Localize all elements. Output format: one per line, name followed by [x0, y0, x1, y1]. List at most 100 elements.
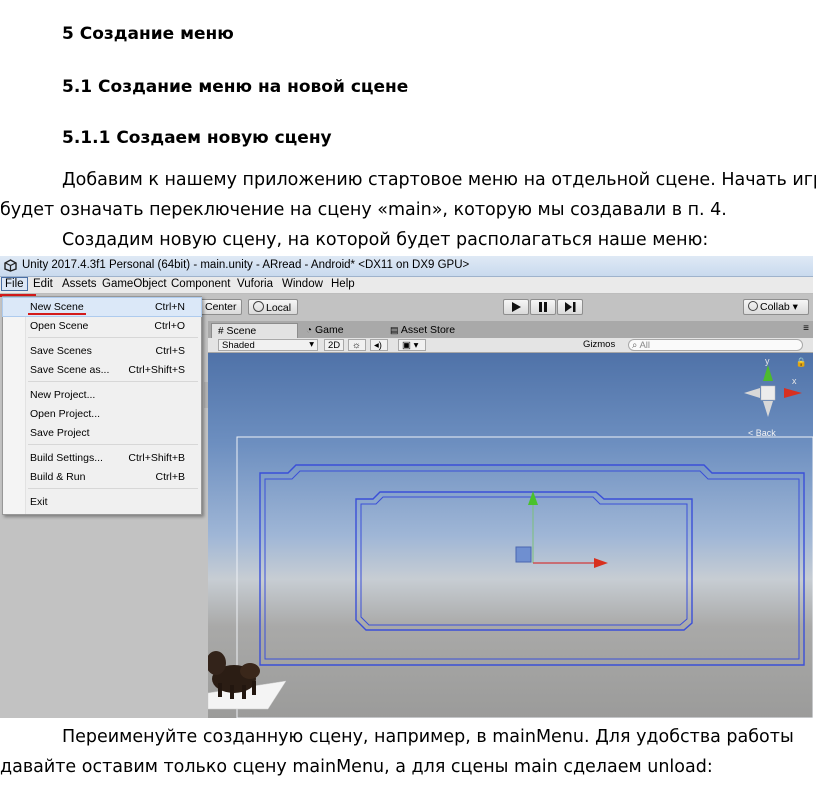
menu-item-shortcut: Ctrl+B — [155, 471, 185, 483]
toggle-2d-button[interactable]: 2D — [324, 339, 344, 351]
effects-dropdown[interactable]: ▣ ▾ — [398, 339, 426, 351]
paragraph-3-line-2: давайте оставим только сцену mainMenu, а… — [0, 757, 713, 777]
tab-game[interactable]: ◔ Game — [300, 323, 380, 338]
menu-item-build-settings[interactable]: Build Settings... Ctrl+Shift+B — [3, 449, 201, 467]
scene-grid-icon: # — [218, 326, 224, 337]
menu-component[interactable]: Component — [171, 278, 230, 290]
menu-item-open-scene[interactable]: Open Scene Ctrl+O — [3, 317, 201, 335]
menu-item-exit[interactable]: Exit — [3, 493, 201, 511]
menu-item-shortcut: Ctrl+N — [154, 301, 185, 313]
audio-toggle[interactable]: ◂) — [370, 339, 388, 351]
menu-file[interactable]: File — [1, 277, 28, 291]
local-label: Local — [266, 302, 292, 314]
menu-item-shortcut: Ctrl+Shift+B — [128, 452, 185, 464]
heading-chapter: 5 Создание меню — [62, 24, 234, 44]
lighting-toggle[interactable]: ☼ — [348, 339, 366, 351]
shading-mode-dropdown[interactable]: Shaded ▾ — [218, 339, 318, 351]
menu-separator — [28, 444, 198, 445]
tab-scene-label: Scene — [226, 325, 257, 337]
menu-item-label: New Project... — [30, 389, 96, 401]
center-label: Center — [205, 301, 237, 313]
menu-item-label: Save Project — [30, 427, 90, 439]
menu-vuforia[interactable]: Vuforia — [237, 278, 273, 290]
heading-subsection: 5.1.1 Создаем новую сцену — [62, 128, 332, 148]
menu-item-label: Open Scene — [30, 320, 89, 332]
menu-window[interactable]: Window — [282, 278, 323, 290]
tab-asset-store-label: Asset Store — [400, 324, 456, 336]
menu-item-label: Build Settings... — [30, 452, 103, 464]
file-menu-dropdown: New Scene Ctrl+N Open Scene Ctrl+O Save … — [2, 296, 202, 515]
game-pacman-icon: ◔ — [306, 325, 313, 336]
collab-button[interactable]: Collab ▾ — [743, 299, 809, 315]
menu-item-build-and-run[interactable]: Build & Run Ctrl+B — [3, 468, 201, 486]
cloud-icon — [748, 301, 758, 311]
menu-item-shortcut: Ctrl+S — [155, 345, 185, 357]
menu-separator — [28, 381, 198, 382]
scene-canvas: y x < Back — [208, 356, 813, 718]
viewport-scrollbar-icon[interactable]: 🔒 — [796, 357, 807, 368]
menu-item-label: New Scene — [30, 301, 84, 313]
menu-item-label: Save Scenes — [30, 345, 92, 357]
menu-item-save-scene-as[interactable]: Save Scene as... Ctrl+Shift+S — [3, 361, 201, 379]
menu-item-shortcut: Ctrl+O — [154, 320, 185, 332]
local-globe-icon — [253, 301, 264, 312]
menu-edit[interactable]: Edit — [33, 278, 53, 290]
menu-item-save-project[interactable]: Save Project — [3, 424, 201, 442]
image-icon: ▣ ▾ — [402, 340, 419, 351]
menu-item-label: Build & Run — [30, 471, 86, 483]
menu-item-shortcut: Ctrl+Shift+S — [128, 364, 185, 376]
window-titlebar: Unity 2017.4.3f1 Personal (64bit) - main… — [0, 256, 813, 277]
scene-search-input[interactable]: ⌕ All — [628, 339, 803, 351]
menu-item-label: Open Project... — [30, 408, 101, 420]
menu-assets[interactable]: Assets — [62, 278, 97, 290]
shading-label: Shaded — [222, 340, 255, 351]
menu-item-new-project[interactable]: New Project... — [3, 386, 201, 404]
step-icon — [565, 302, 576, 312]
step-button[interactable] — [557, 299, 583, 315]
pivot-center-button[interactable]: Center — [200, 299, 242, 315]
menu-separator — [28, 337, 198, 338]
menu-bar: File Edit Assets GameObject Component Vu… — [0, 277, 813, 294]
menu-separator — [28, 488, 198, 489]
tab-menu-icon[interactable]: ≡ — [803, 323, 809, 334]
heading-section: 5.1 Создание меню на новой сцене — [62, 77, 409, 97]
menu-item-open-project[interactable]: Open Project... — [3, 405, 201, 423]
store-icon: ▤ — [390, 325, 399, 335]
unity-editor-screenshot: Unity 2017.4.3f1 Personal (64bit) - main… — [0, 256, 813, 718]
tab-asset-store[interactable]: ▤ Asset Store — [384, 323, 484, 338]
tab-game-label: Game — [314, 324, 344, 336]
paragraph-1-line-1: Добавим к нашему приложению стартовое ме… — [62, 170, 816, 190]
pause-icon — [539, 302, 547, 312]
search-icon: ⌕ — [632, 340, 638, 351]
view-tabs: # Scene ◔ Game ▤ Asset Store ≡ — [208, 321, 813, 338]
gizmo-back-label: < Back — [748, 428, 776, 438]
tab-scene[interactable]: # Scene — [211, 323, 298, 338]
play-icon — [512, 302, 521, 312]
menu-item-label: Exit — [30, 496, 48, 508]
new-scene-highlight-underline — [28, 313, 86, 315]
menu-item-label: Save Scene as... — [30, 364, 110, 376]
scene-view-toolbar: Shaded ▾ 2D ☼ ◂) ▣ ▾ Gizmos ▾ ⌕ All — [208, 338, 813, 361]
pivot-local-button[interactable]: Local — [248, 299, 298, 315]
paragraph-1-line-2: будет означать переключение на сцену «ma… — [0, 200, 727, 220]
unity-logo-icon — [4, 259, 17, 272]
axis-x-label: x — [792, 376, 797, 386]
paragraph-2: Создадим новую сцену, на которой будет р… — [62, 230, 709, 250]
gizmo-x-arrow — [594, 558, 608, 568]
main-toolbar: Center Local Collab ▾ — [200, 294, 813, 320]
collab-label: Collab ▾ — [760, 301, 798, 313]
speaker-icon: ◂) — [374, 340, 382, 351]
gizmo-center-square — [515, 546, 532, 563]
paragraph-3-line-1: Переименуйте созданную сцену, например, … — [62, 727, 794, 747]
gizmos-dropdown[interactable]: Gizmos ▾ — [580, 339, 625, 361]
menu-help[interactable]: Help — [331, 278, 355, 290]
scene-viewport[interactable]: y x < Back 🔒 — [208, 353, 813, 718]
menu-gameobject[interactable]: GameObject — [102, 278, 167, 290]
window-title: Unity 2017.4.3f1 Personal (64bit) - main… — [22, 259, 470, 271]
pause-button[interactable] — [530, 299, 556, 315]
search-placeholder: All — [639, 340, 651, 351]
orientation-gizmo — [744, 365, 802, 417]
play-button[interactable] — [503, 299, 529, 315]
menu-item-save-scenes[interactable]: Save Scenes Ctrl+S — [3, 342, 201, 360]
gizmo-y-arrow — [528, 491, 538, 505]
